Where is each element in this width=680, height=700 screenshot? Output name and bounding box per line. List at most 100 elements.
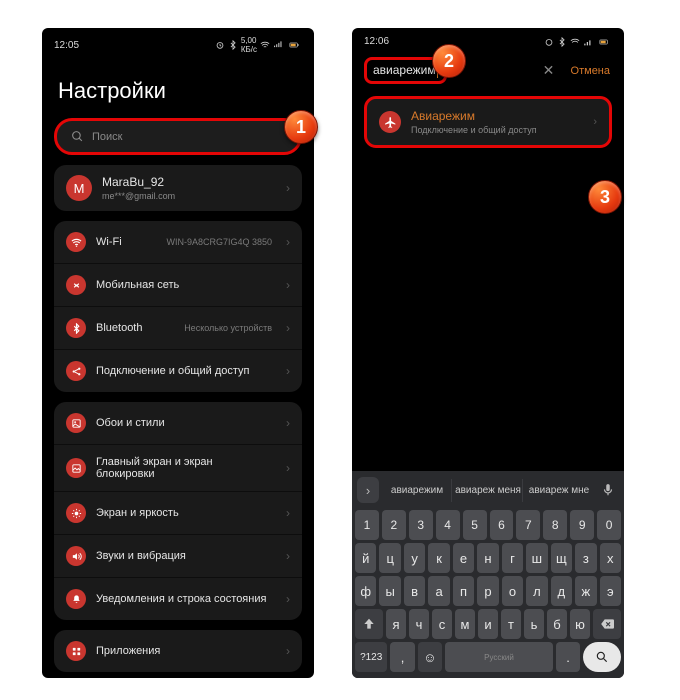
key[interactable]: 2 — [382, 510, 406, 540]
settings-row[interactable]: Главный экран и экран блокировки› — [54, 445, 302, 492]
key[interactable]: ф — [355, 576, 376, 606]
status-icons: 5,00КБ/с — [215, 36, 302, 54]
clear-icon[interactable]: ✕ — [539, 62, 559, 79]
key[interactable]: п — [453, 576, 474, 606]
status-icons — [544, 37, 612, 47]
key[interactable]: й — [355, 543, 376, 573]
suggestion-bar: › авиарежимавиареж меняавиареж мне — [355, 475, 621, 507]
key[interactable]: м — [455, 609, 475, 639]
row-label: Звуки и вибрация — [96, 550, 272, 562]
clock: 12:06 — [364, 36, 389, 47]
key[interactable]: ч — [409, 609, 429, 639]
key[interactable]: ц — [379, 543, 400, 573]
key-shift[interactable] — [355, 609, 383, 639]
settings-row[interactable]: Подключение и общий доступ› — [54, 350, 302, 392]
suggestion[interactable]: авиареж меня — [454, 479, 523, 502]
key[interactable]: ж — [575, 576, 596, 606]
connectivity-group: Wi-FiWIN-9A8CRG7IG4Q 3850›Мобильная сеть… — [54, 221, 302, 392]
key[interactable]: ю — [570, 609, 590, 639]
mic-icon[interactable] — [597, 477, 619, 503]
keyboard: › авиарежимавиареж меняавиареж мне 12345… — [352, 471, 624, 678]
settings-row[interactable]: Wi-FiWIN-9A8CRG7IG4Q 3850› — [54, 221, 302, 264]
key[interactable]: с — [432, 609, 452, 639]
key[interactable]: е — [453, 543, 474, 573]
key[interactable]: щ — [551, 543, 572, 573]
key[interactable]: 8 — [543, 510, 567, 540]
search-icon — [71, 130, 84, 143]
expand-suggestions-icon[interactable]: › — [357, 477, 379, 503]
key-backspace[interactable] — [593, 609, 621, 639]
search-results-screen: 12:06 авиарежим ✕ Отмена Авиар — [352, 28, 624, 678]
key[interactable]: 3 — [409, 510, 433, 540]
key[interactable]: о — [502, 576, 523, 606]
account-row[interactable]: M MaraBu_92 me***@gmail.com › — [54, 165, 302, 211]
result-subtitle: Подключение и общий доступ — [411, 125, 583, 135]
status-bar: 12:06 — [352, 28, 624, 51]
key[interactable]: 1 — [355, 510, 379, 540]
key[interactable]: 4 — [436, 510, 460, 540]
key[interactable]: в — [404, 576, 425, 606]
alarm-icon — [544, 37, 554, 47]
bluetooth-icon — [557, 37, 567, 47]
key[interactable]: а — [428, 576, 449, 606]
key-emoji[interactable]: ☺ — [418, 642, 442, 672]
clock: 12:05 — [54, 40, 79, 51]
search-input[interactable]: авиарежим — [373, 63, 436, 77]
key-comma[interactable]: , — [390, 642, 414, 672]
key[interactable]: э — [600, 576, 621, 606]
key[interactable]: 6 — [490, 510, 514, 540]
callout-2: 2 — [432, 44, 466, 78]
avatar: M — [66, 175, 92, 201]
key[interactable]: 9 — [570, 510, 594, 540]
key[interactable]: з — [575, 543, 596, 573]
key[interactable]: г — [502, 543, 523, 573]
cancel-button[interactable]: Отмена — [567, 65, 614, 77]
settings-row[interactable]: Мобильная сеть› — [54, 264, 302, 307]
key[interactable]: и — [478, 609, 498, 639]
key[interactable]: х — [600, 543, 621, 573]
airplane-icon — [379, 111, 401, 133]
key[interactable]: н — [477, 543, 498, 573]
chevron-right-icon: › — [286, 235, 290, 249]
settings-row[interactable]: Обои и стили› — [54, 402, 302, 445]
settings-row[interactable]: Приложения› — [54, 630, 302, 672]
key[interactable]: б — [547, 609, 567, 639]
chevron-right-icon: › — [286, 506, 290, 520]
key[interactable]: р — [477, 576, 498, 606]
account-email: me***@gmail.com — [102, 191, 272, 201]
key[interactable]: ь — [524, 609, 544, 639]
key[interactable]: т — [501, 609, 521, 639]
key-dot[interactable]: . — [556, 642, 580, 672]
key[interactable]: 5 — [463, 510, 487, 540]
key-space[interactable]: Русский — [445, 642, 553, 672]
suggestion[interactable]: авиарежим — [383, 479, 452, 502]
key[interactable]: д — [551, 576, 572, 606]
key[interactable]: к — [428, 543, 449, 573]
settings-row[interactable]: BluetoothНесколько устройств› — [54, 307, 302, 350]
wifi-icon — [260, 40, 270, 50]
key[interactable]: у — [404, 543, 425, 573]
chevron-right-icon: › — [286, 644, 290, 658]
row-value: WIN-9A8CRG7IG4Q 3850 — [166, 237, 272, 247]
settings-row[interactable]: Звуки и вибрация› — [54, 535, 302, 578]
result-airplane-mode[interactable]: Авиарежим Подключение и общий доступ › — [367, 99, 609, 145]
suggestion[interactable]: авиареж мне — [525, 479, 593, 502]
key[interactable]: 7 — [516, 510, 540, 540]
signal-icon — [273, 40, 283, 50]
key-mode[interactable]: ?123 — [355, 642, 387, 672]
search-placeholder: Поиск — [92, 131, 122, 143]
key[interactable]: я — [386, 609, 406, 639]
key[interactable]: 0 — [597, 510, 621, 540]
search-bar[interactable]: Поиск — [54, 118, 302, 155]
chevron-right-icon: › — [286, 364, 290, 378]
settings-row[interactable]: Экран и яркость› — [54, 492, 302, 535]
settings-row[interactable]: Уведомления и строка состояния› — [54, 578, 302, 620]
key[interactable]: ш — [526, 543, 547, 573]
search-header: авиарежим ✕ Отмена — [352, 51, 624, 90]
status-bar: 12:05 5,00КБ/с — [42, 28, 314, 58]
key[interactable]: ы — [379, 576, 400, 606]
key-search[interactable] — [583, 642, 621, 672]
apps-icon — [66, 641, 86, 661]
chevron-right-icon: › — [286, 278, 290, 292]
key[interactable]: л — [526, 576, 547, 606]
